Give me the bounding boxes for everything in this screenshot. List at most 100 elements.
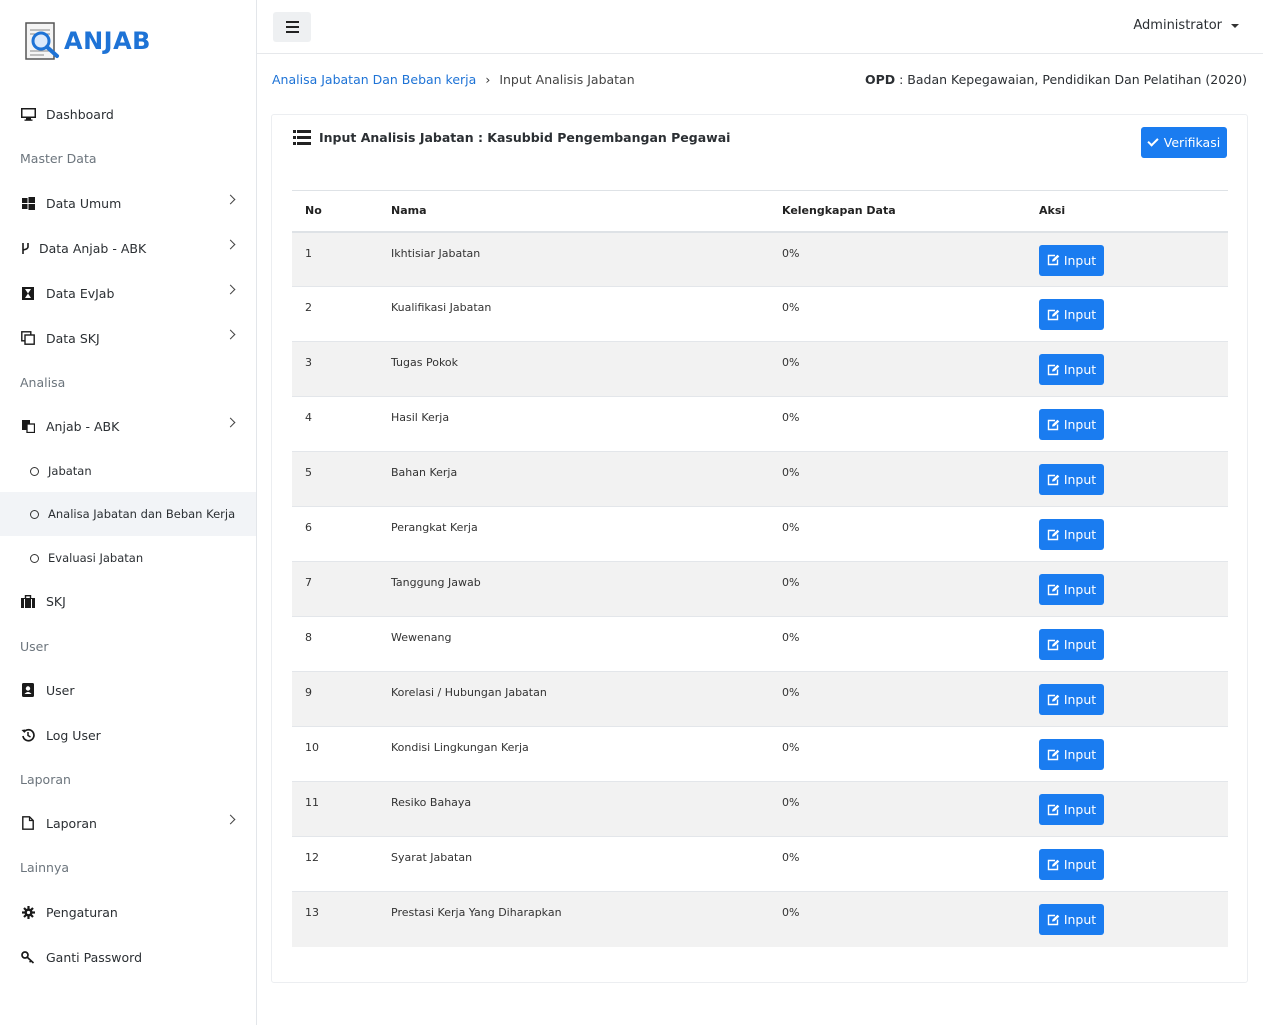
edit-icon xyxy=(1047,309,1060,320)
opd-label: OPD xyxy=(864,72,896,87)
sidebar-item-data-skj[interactable]: Data SKJ xyxy=(0,316,256,360)
cell-kelengkapan: 0% xyxy=(769,286,1026,342)
user-name: Administrator xyxy=(1133,18,1222,33)
hamburger-menu-button[interactable] xyxy=(273,12,311,42)
input-button[interactable]: Input xyxy=(1039,684,1104,715)
sidebar-item-data-evjab[interactable]: Data EvJab xyxy=(0,271,256,315)
user-dropdown[interactable]: Administrator xyxy=(1133,18,1239,33)
sidebar-item-label: Jabatan xyxy=(48,464,92,478)
table-header-row: No Nama Kelengkapan Data Aksi xyxy=(292,190,1228,233)
cell-kelengkapan: 0% xyxy=(769,396,1026,452)
cell-no: 12 xyxy=(292,836,378,892)
input-button-label: Input xyxy=(1063,802,1097,817)
input-button[interactable]: Input xyxy=(1039,299,1104,330)
sidebar-item-ganti-password[interactable]: Ganti Password xyxy=(0,935,256,979)
column-header-nama: Nama xyxy=(378,190,769,233)
cell-no: 10 xyxy=(292,726,378,782)
sidebar-item-label: Anjab - ABK xyxy=(46,418,120,434)
sidebar-subitem-evaluasi-jabatan[interactable]: Evaluasi Jabatan xyxy=(0,536,256,580)
sidebar-item-anjab-abk[interactable]: Anjab - ABK xyxy=(0,404,256,448)
hourglass-icon xyxy=(20,285,36,301)
sidebar-item-label: Data Umum xyxy=(46,195,122,211)
cell-nama: Wewenang xyxy=(378,616,769,672)
edit-icon xyxy=(1047,419,1060,430)
sidebar-header-user: User xyxy=(20,639,49,654)
caret-down-icon xyxy=(1231,23,1239,28)
card-header: Input Analisis Jabatan : Kasubbid Pengem… xyxy=(293,129,730,145)
history-icon xyxy=(20,727,36,743)
sidebar-item-user[interactable]: User xyxy=(0,668,256,712)
input-button[interactable]: Input xyxy=(1039,794,1104,825)
sidebar-subitem-jabatan[interactable]: Jabatan xyxy=(0,449,256,493)
sidebar-item-dashboard[interactable]: Dashboard xyxy=(0,92,256,136)
breadcrumb-current: Input Analisis Jabatan xyxy=(499,72,635,87)
cell-aksi: Input xyxy=(1026,451,1228,507)
hamburger-icon xyxy=(285,21,299,23)
cell-nama: Perangkat Kerja xyxy=(378,506,769,562)
edit-icon xyxy=(1047,254,1060,266)
sidebar-item-label: Log User xyxy=(46,727,101,743)
input-button[interactable]: Input xyxy=(1039,849,1104,880)
sidebar-item-label: Analisa Jabatan dan Beban Kerja xyxy=(48,507,236,521)
table-row: 7 Tanggung Jawab 0% Input xyxy=(292,561,1228,617)
input-button[interactable]: Input xyxy=(1039,354,1104,385)
opd-info: OPD : Badan Kepegawaian, Pendidikan Dan … xyxy=(865,72,1247,87)
sidebar-item-laporan[interactable]: Laporan xyxy=(0,801,256,845)
sidebar-item-pengaturan[interactable]: Pengaturan xyxy=(0,890,256,934)
file-icon xyxy=(20,815,36,831)
input-button[interactable]: Input xyxy=(1039,519,1104,550)
cell-kelengkapan: 0% xyxy=(769,506,1026,562)
sidebar-item-log-user[interactable]: Log User xyxy=(0,713,256,757)
brand-logo[interactable]: ANJAB xyxy=(24,20,151,62)
sidebar-header-lainnya: Lainnya xyxy=(20,860,69,875)
breadcrumb-link-analisa[interactable]: Analisa Jabatan Dan Beban kerja xyxy=(272,72,476,87)
edit-icon xyxy=(1047,584,1060,595)
input-button[interactable]: Input xyxy=(1039,409,1104,440)
cell-kelengkapan: 0% xyxy=(769,231,1026,287)
input-button[interactable]: Input xyxy=(1039,574,1104,605)
monitor-icon xyxy=(20,106,36,122)
document-magnifier-icon xyxy=(24,21,60,61)
cell-nama: Korelasi / Hubungan Jabatan xyxy=(378,671,769,727)
cell-nama: Kualifikasi Jabatan xyxy=(378,286,769,342)
chevron-right-icon xyxy=(225,814,236,825)
breadcrumb-separator: › xyxy=(485,72,491,87)
table-row: 5 Bahan Kerja 0% Input xyxy=(292,451,1228,507)
input-button-label: Input xyxy=(1063,252,1097,268)
sidebar-item-label: Data Anjab - ABK xyxy=(39,240,147,256)
table-body: 1 Ikhtisiar Jabatan 0% Input 2 Kualifikasi Ja… xyxy=(292,231,1228,947)
input-button-label: Input xyxy=(1063,417,1097,432)
edit-icon xyxy=(1047,639,1060,650)
sidebar-item-skj[interactable]: SKJ xyxy=(0,579,256,623)
input-button-label: Input xyxy=(1063,692,1097,707)
list-ol-icon xyxy=(293,129,311,145)
table-row: 11 Resiko Bahaya 0% Input xyxy=(292,781,1228,837)
input-button[interactable]: Input xyxy=(1039,464,1104,495)
cell-no: 6 xyxy=(292,506,378,562)
input-button[interactable]: Input xyxy=(1039,244,1104,276)
input-button[interactable]: Input xyxy=(1039,739,1104,770)
sidebar-item-data-umum[interactable]: Data Umum xyxy=(0,181,256,225)
table-row: 9 Korelasi / Hubungan Jabatan 0% Input xyxy=(292,671,1228,727)
cell-kelengkapan: 0% xyxy=(769,726,1026,782)
brand-name: ANJAB xyxy=(64,27,151,55)
edit-icon xyxy=(1047,804,1060,815)
cell-kelengkapan: 0% xyxy=(769,616,1026,672)
input-button-label: Input xyxy=(1063,747,1097,762)
input-button[interactable]: Input xyxy=(1039,904,1104,935)
sidebar-item-label: Data EvJab xyxy=(46,285,115,301)
check-icon xyxy=(1147,135,1159,147)
card-title: Input Analisis Jabatan : Kasubbid Pengem… xyxy=(319,129,731,145)
verify-button[interactable]: Verifikasi xyxy=(1141,127,1227,158)
cell-kelengkapan: 0% xyxy=(769,836,1026,892)
input-button[interactable]: Input xyxy=(1039,629,1104,660)
table-row: 2 Kualifikasi Jabatan 0% Input xyxy=(292,286,1228,342)
top-navbar: Administrator xyxy=(257,0,1263,54)
sidebar-item-data-anjab-abk[interactable]: Data Anjab - ABK xyxy=(0,226,256,270)
sidebar-item-label: Data SKJ xyxy=(46,330,100,346)
circle-icon xyxy=(30,509,39,519)
cell-aksi: Input xyxy=(1026,561,1228,617)
sidebar-subitem-analisa-jabatan[interactable]: Analisa Jabatan dan Beban Kerja xyxy=(0,492,256,536)
input-button-label: Input xyxy=(1063,527,1097,542)
cell-aksi: Input xyxy=(1026,231,1228,287)
